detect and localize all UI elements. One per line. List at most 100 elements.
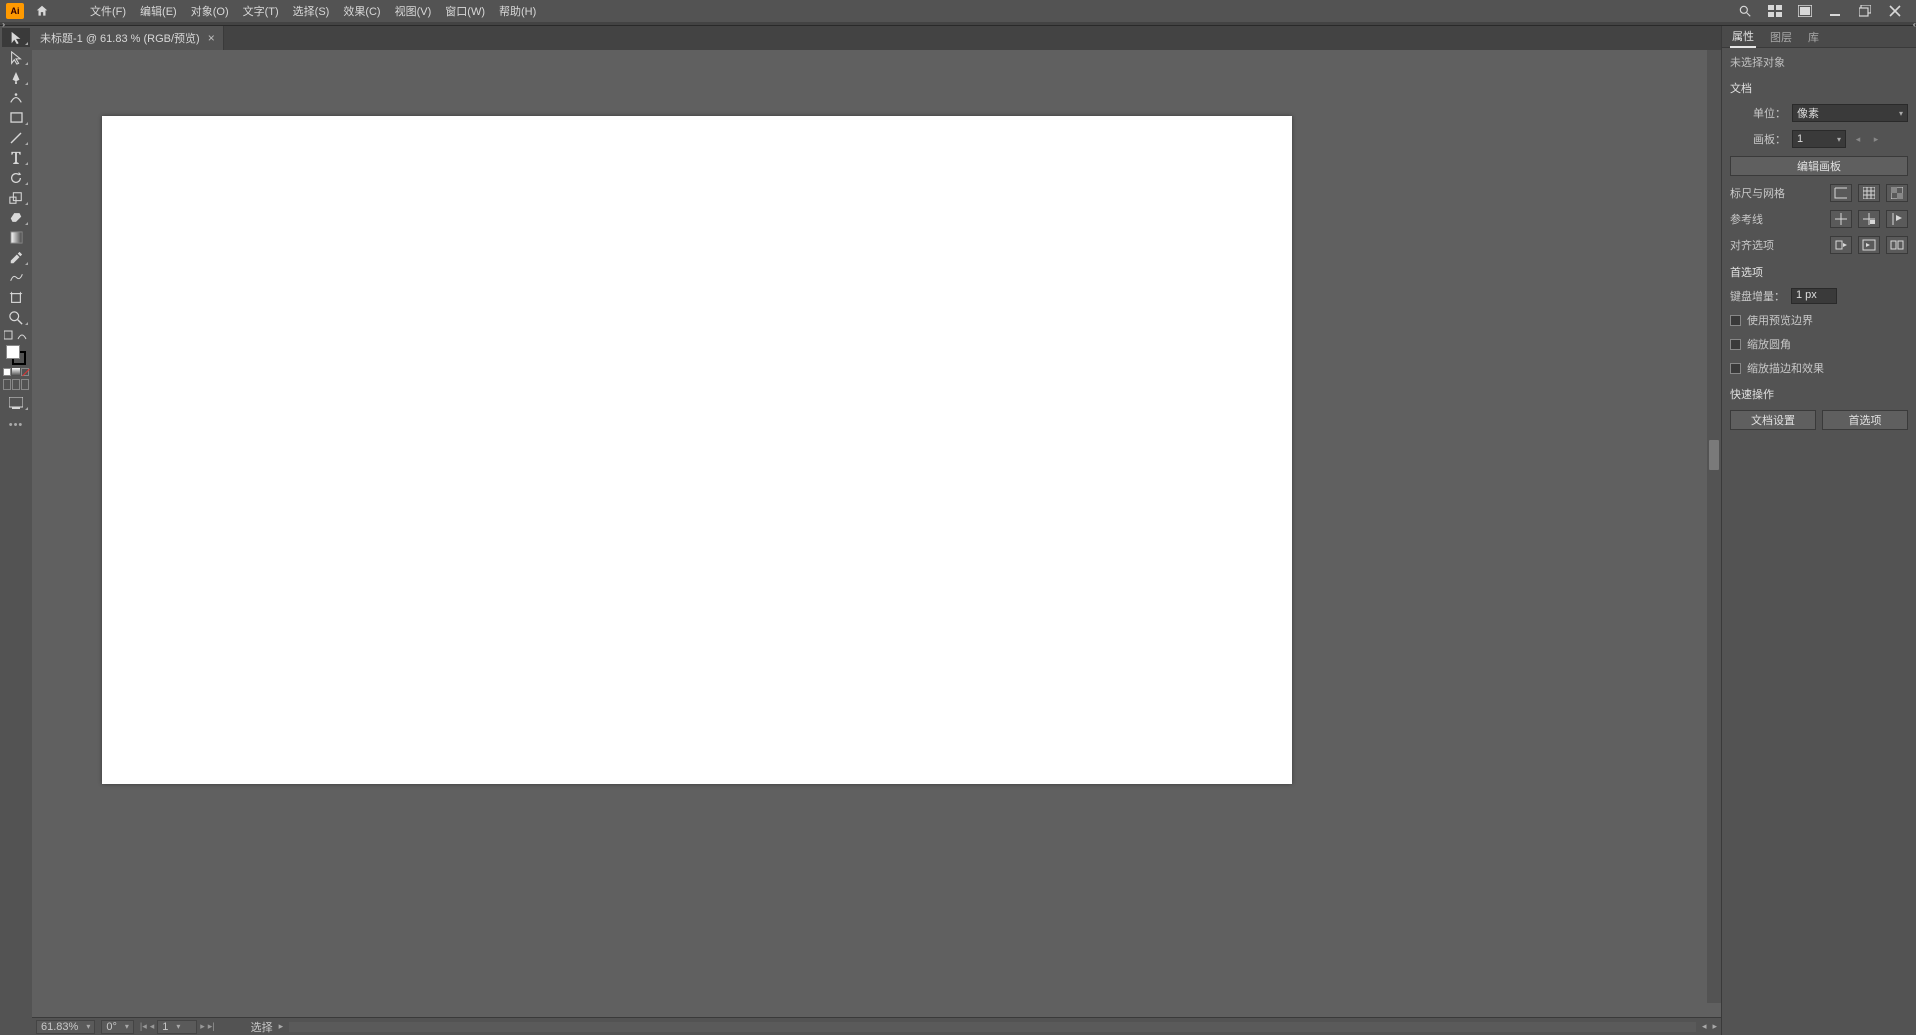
artboard-select[interactable]: 1 [1792, 130, 1846, 148]
close-tab-icon[interactable]: × [208, 31, 215, 45]
tool-eyedropper[interactable] [2, 248, 30, 267]
checkbox-scale-strokes[interactable]: 缩放描边和效果 [1730, 360, 1908, 376]
tool-curvature[interactable] [2, 88, 30, 107]
tool-eraser[interactable] [2, 208, 30, 227]
app-logo-icon: Ai [6, 3, 24, 19]
color-gradient-icon[interactable] [12, 368, 20, 376]
status-tool-label: 选择 [251, 1019, 273, 1035]
scrollbar-thumb[interactable] [1709, 440, 1719, 470]
menu-file[interactable]: 文件(F) [84, 1, 132, 21]
artboard[interactable] [102, 116, 1292, 784]
align-artboard-icon[interactable] [1858, 236, 1880, 254]
zoom-field[interactable]: 61.83% [36, 1020, 95, 1034]
align-selection-icon[interactable] [1886, 236, 1908, 254]
arrange-icon[interactable] [1766, 2, 1784, 20]
color-none-icon[interactable] [21, 368, 29, 376]
document-tab-bar: 未标题-1 @ 61.83 % (RGB/预览) × [32, 26, 1721, 50]
smart-guides-icon[interactable] [1886, 210, 1908, 228]
checkbox-preview-bounds[interactable]: 使用预览边界 [1730, 312, 1908, 328]
keyboard-increment-input[interactable]: 1 px [1791, 288, 1837, 304]
panel-tabs: 属性 图层 库 [1722, 26, 1916, 48]
tool-zoom[interactable] [2, 308, 30, 327]
screen-mode-icon[interactable] [1796, 2, 1814, 20]
tool-scale[interactable] [2, 188, 30, 207]
window-minimize-icon[interactable] [1826, 2, 1844, 20]
checkbox-scale-corners[interactable]: 缩放圆角 [1730, 336, 1908, 352]
artboard-index-field[interactable]: 1 [157, 1020, 197, 1034]
nav-first-icon[interactable]: |◂ [140, 1021, 147, 1032]
tab-libraries[interactable]: 库 [1806, 27, 1821, 47]
artboard-prev-icon[interactable]: ◂ [1852, 134, 1864, 145]
tab-properties[interactable]: 属性 [1730, 26, 1756, 48]
align-key-object-icon[interactable] [1830, 236, 1852, 254]
tool-selection[interactable] [2, 28, 30, 47]
document-tab-title: 未标题-1 @ 61.83 % (RGB/预览) [40, 30, 200, 46]
draw-behind-icon[interactable] [12, 379, 20, 390]
ruler-icon[interactable] [1830, 184, 1852, 202]
tool-rectangle[interactable] [2, 108, 30, 127]
menu-view[interactable]: 视图(V) [389, 1, 438, 21]
hscroll-left-icon[interactable]: ◂ [1702, 1021, 1707, 1032]
canvas[interactable] [32, 50, 1721, 1017]
section-rulers: 标尺与网格 [1730, 185, 1824, 201]
document-setup-button[interactable]: 文档设置 [1730, 410, 1816, 430]
tool-misc-row[interactable] [2, 328, 30, 342]
color-mode-row[interactable] [3, 368, 29, 376]
menu-window[interactable]: 窗口(W) [439, 1, 491, 21]
section-quick: 快速操作 [1730, 386, 1908, 402]
units-select[interactable]: 像素 [1792, 104, 1908, 122]
tool-blend[interactable] [2, 268, 30, 287]
draw-normal-icon[interactable] [3, 379, 11, 390]
hscroll-right-icon[interactable]: ▸ [1712, 1021, 1717, 1032]
fill-color[interactable] [6, 345, 20, 359]
status-menu-icon[interactable]: ▸ [279, 1021, 284, 1032]
home-icon[interactable] [34, 3, 50, 19]
artboard-label: 画板： [1730, 131, 1786, 147]
preferences-button[interactable]: 首选项 [1822, 410, 1908, 430]
units-label: 单位： [1730, 105, 1786, 121]
tool-line[interactable] [2, 128, 30, 147]
tool-artboard[interactable] [2, 288, 30, 307]
fill-stroke-swatch[interactable] [6, 345, 26, 365]
color-solid-icon[interactable] [3, 368, 11, 376]
nav-last-icon[interactable]: ▸| [208, 1021, 215, 1032]
menu-select[interactable]: 选择(S) [287, 1, 336, 21]
no-selection-label: 未选择对象 [1730, 54, 1908, 70]
menu-bar: Ai 文件(F) 编辑(E) 对象(O) 文字(T) 选择(S) 效果(C) 视… [0, 0, 1916, 22]
edit-artboard-button[interactable]: 编辑画板 [1730, 156, 1908, 176]
tool-type[interactable] [2, 148, 30, 167]
tool-pen[interactable] [2, 68, 30, 87]
artboard-next-icon[interactable]: ▸ [1870, 134, 1882, 145]
horizontal-scrollbar[interactable] [289, 1022, 1696, 1032]
window-close-icon[interactable] [1886, 2, 1904, 20]
draw-mode-row[interactable] [3, 379, 29, 390]
vertical-scrollbar[interactable] [1707, 50, 1721, 1003]
search-icon[interactable] [1736, 2, 1754, 20]
tool-gradient[interactable] [2, 228, 30, 247]
grid-icon[interactable] [1858, 184, 1880, 202]
rotation-field[interactable]: 0° [101, 1020, 134, 1034]
toolbar: ••• [0, 26, 32, 1035]
tool-rotate[interactable] [2, 168, 30, 187]
document-tab[interactable]: 未标题-1 @ 61.83 % (RGB/预览) × [32, 26, 224, 50]
guides-lock-icon[interactable] [1858, 210, 1880, 228]
tab-layers[interactable]: 图层 [1768, 27, 1794, 47]
menu-object[interactable]: 对象(O) [185, 1, 235, 21]
nav-next-icon[interactable]: ▸ [200, 1021, 205, 1032]
menu-effect[interactable]: 效果(C) [337, 1, 386, 21]
tool-direct-selection[interactable] [2, 48, 30, 67]
section-guides: 参考线 [1730, 211, 1824, 227]
transparency-grid-icon[interactable] [1886, 184, 1908, 202]
expand-right-icon[interactable]: ‹‹ [1913, 20, 1914, 29]
menu-edit[interactable]: 编辑(E) [134, 1, 183, 21]
status-bar: 61.83% 0° |◂ ◂ 1 ▸ ▸| 选择 ▸ ◂ ▸ [32, 1017, 1721, 1035]
menu-help[interactable]: 帮助(H) [493, 1, 542, 21]
artboard-nav: |◂ ◂ 1 ▸ ▸| [140, 1020, 215, 1034]
edit-toolbar-icon[interactable]: ••• [9, 419, 24, 431]
menu-type[interactable]: 文字(T) [237, 1, 285, 21]
screen-mode-tool[interactable] [2, 393, 30, 412]
draw-inside-icon[interactable] [21, 379, 29, 390]
guides-show-icon[interactable] [1830, 210, 1852, 228]
nav-prev-icon[interactable]: ◂ [150, 1021, 155, 1032]
window-restore-icon[interactable] [1856, 2, 1874, 20]
